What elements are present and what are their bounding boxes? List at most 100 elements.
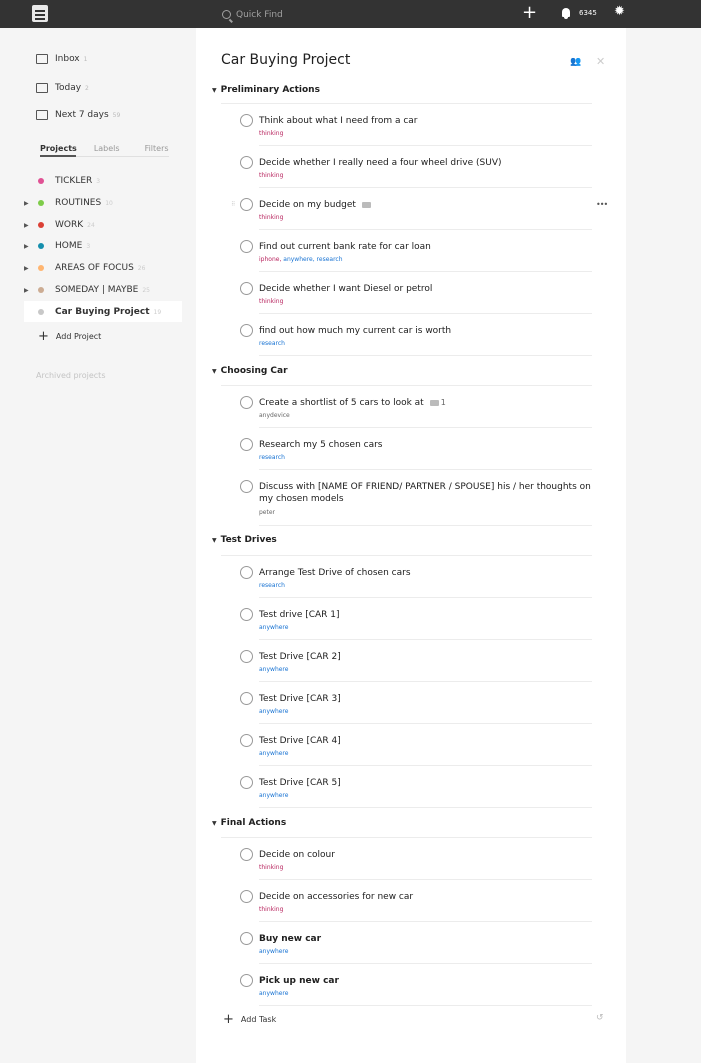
add-task-plus-icon[interactable]: + [522, 3, 537, 23]
project-item-tickler[interactable]: TICKLER 3 [24, 174, 100, 188]
project-item-car-buying-project[interactable]: Car Buying Project 19 [24, 305, 161, 319]
label-tag[interactable]: research [259, 454, 285, 461]
tab-filters[interactable]: Filters [145, 144, 169, 153]
page-title[interactable]: Car Buying Project [221, 52, 350, 68]
task-name[interactable]: find out how much my current car is wort… [259, 325, 594, 337]
expand-arrow-icon[interactable]: ▶ [24, 222, 34, 229]
label-tag[interactable]: research [259, 582, 285, 589]
task-checkbox[interactable] [240, 650, 253, 663]
collapse-arrow-icon[interactable]: ▼ [212, 537, 217, 544]
task-name[interactable]: Decide whether I want Diesel or petrol [259, 283, 594, 295]
label-tag[interactable]: iphone, [259, 256, 283, 263]
task-checkbox[interactable] [240, 396, 253, 409]
label-tag[interactable]: anywhere [259, 750, 288, 757]
task-checkbox[interactable] [240, 282, 253, 295]
task-checkbox[interactable] [240, 480, 253, 493]
task-checkbox[interactable] [240, 608, 253, 621]
project-item-routines[interactable]: ▶ ROUTINES 10 [24, 196, 113, 210]
label-tag[interactable]: anywhere [259, 948, 288, 955]
expand-arrow-icon[interactable]: ▶ [24, 265, 34, 272]
task-name[interactable]: Discuss with [NAME OF FRIEND/ PARTNER / … [259, 481, 594, 505]
task-name[interactable]: Find out current bank rate for car loan [259, 241, 594, 253]
label-tag[interactable]: thinking [259, 172, 283, 179]
notification-bell-icon[interactable] [562, 8, 570, 19]
collapse-arrow-icon[interactable]: ▼ [212, 87, 217, 94]
label-tag[interactable]: thinking [259, 130, 283, 137]
task-name[interactable]: Test Drive [CAR 2] [259, 651, 594, 663]
label-tag[interactable]: thinking [259, 214, 283, 221]
collapse-arrow-icon[interactable]: ▼ [212, 368, 217, 375]
share-project-icon[interactable]: 👥 [570, 57, 581, 67]
expand-arrow-icon[interactable]: ▶ [24, 200, 34, 207]
section-header[interactable]: ▼ Test Drives [212, 535, 277, 545]
comment-icon[interactable] [429, 399, 439, 406]
project-item-someday-maybe[interactable]: ▶ SOMEDAY | MAYBE 25 [24, 283, 150, 297]
sidebar-item-inbox[interactable]: Inbox 1 [36, 54, 87, 64]
sidebar-item-today[interactable]: Today 2 [36, 83, 89, 93]
task-name[interactable]: Arrange Test Drive of chosen cars [259, 567, 594, 579]
task-checkbox[interactable] [240, 848, 253, 861]
task-name-wrapper[interactable]: Create a shortlist of 5 cars to look at 1 [259, 397, 594, 409]
task-checkbox[interactable] [240, 240, 253, 253]
quick-find-search[interactable]: Quick Find [222, 7, 283, 22]
task-name[interactable]: Test drive [CAR 1] [259, 609, 594, 621]
task-checkbox[interactable] [240, 566, 253, 579]
section-header[interactable]: ▼ Final Actions [212, 818, 286, 828]
archived-projects-link[interactable]: Archived projects [36, 371, 106, 380]
label-tag[interactable]: anywhere [259, 990, 288, 997]
karma-count[interactable]: 6345 [579, 9, 597, 17]
task-checkbox[interactable] [240, 324, 253, 337]
tab-projects[interactable]: Projects [40, 144, 77, 153]
label-tag[interactable]: peter [259, 509, 275, 516]
task-name[interactable]: Pick up new car [259, 975, 594, 987]
task-name[interactable]: Decide on colour [259, 849, 594, 861]
history-icon[interactable]: ↺ [596, 1013, 604, 1023]
label-tag[interactable]: thinking [259, 298, 283, 305]
task-checkbox[interactable] [240, 974, 253, 987]
collapse-arrow-icon[interactable]: ▼ [212, 820, 217, 827]
todoist-logo-icon[interactable] [32, 5, 48, 22]
label-tag[interactable]: anywhere [259, 708, 288, 715]
sidebar-item-next-7-days[interactable]: Next 7 days 59 [36, 110, 120, 120]
task-name[interactable]: Test Drive [CAR 5] [259, 777, 594, 789]
task-name[interactable]: Buy new car [259, 933, 594, 945]
label-tag[interactable]: anywhere, [283, 256, 316, 263]
task-checkbox[interactable] [240, 890, 253, 903]
task-checkbox[interactable] [240, 438, 253, 451]
comment-icon[interactable] [361, 201, 371, 208]
task-name-wrapper[interactable]: Decide on my budget [259, 199, 594, 211]
label-tag[interactable]: anywhere [259, 624, 288, 631]
drag-handle-icon[interactable]: ⠿ [231, 201, 235, 208]
task-checkbox[interactable] [240, 734, 253, 747]
add-project-button[interactable]: + Add Project [38, 329, 101, 344]
task-name[interactable]: Research my 5 chosen cars [259, 439, 594, 451]
task-name[interactable]: Test Drive [CAR 3] [259, 693, 594, 705]
task-checkbox[interactable] [240, 932, 253, 945]
label-tag[interactable]: anywhere [259, 792, 288, 799]
tab-labels[interactable]: Labels [94, 144, 120, 153]
add-task-button[interactable]: + Add Task [223, 1012, 276, 1027]
task-checkbox[interactable] [240, 156, 253, 169]
label-tag[interactable]: research [317, 256, 343, 263]
label-tag[interactable]: thinking [259, 906, 283, 913]
task-name[interactable]: Test Drive [CAR 4] [259, 735, 594, 747]
label-tag[interactable]: research [259, 340, 285, 347]
task-more-menu-icon[interactable]: ••• [596, 200, 608, 209]
task-checkbox[interactable] [240, 692, 253, 705]
label-tag[interactable]: anydevice [259, 412, 290, 419]
settings-gear-icon[interactable]: ✹ [614, 5, 625, 18]
label-tag[interactable]: anywhere [259, 666, 288, 673]
task-checkbox[interactable] [240, 776, 253, 789]
project-item-areas-of-focus[interactable]: ▶ AREAS OF FOCUS 26 [24, 261, 145, 275]
expand-arrow-icon[interactable]: ▶ [24, 243, 34, 250]
task-checkbox[interactable] [240, 198, 253, 211]
section-header[interactable]: ▼ Choosing Car [212, 366, 288, 376]
project-item-work[interactable]: ▶ WORK 24 [24, 218, 95, 232]
task-name[interactable]: Decide whether I really need a four whee… [259, 157, 594, 169]
project-item-home[interactable]: ▶ HOME 3 [24, 239, 90, 253]
expand-arrow-icon[interactable]: ▶ [24, 287, 34, 294]
label-tag[interactable]: thinking [259, 864, 283, 871]
section-header[interactable]: ▼ Preliminary Actions [212, 85, 320, 95]
task-name[interactable]: Think about what I need from a car [259, 115, 594, 127]
project-settings-icon[interactable]: ✕ [596, 55, 605, 68]
